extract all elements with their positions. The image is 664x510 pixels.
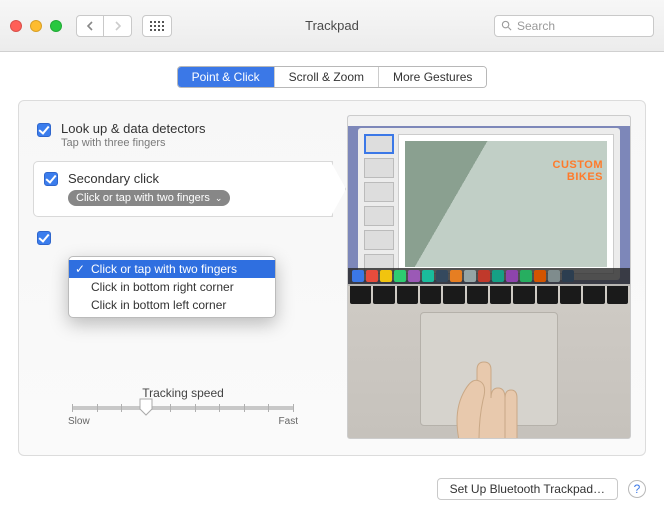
preview-pane: CUSTOMBIKES: [347, 115, 631, 439]
dropdown-item-1[interactable]: Click in bottom right corner: [69, 278, 275, 296]
tracking-speed-block: Tracking speed Slow Fast: [68, 386, 298, 427]
search-icon: [501, 20, 512, 31]
tab-scroll-zoom[interactable]: Scroll & Zoom: [274, 67, 378, 87]
options-column: Look up & data detectors Tap with three …: [33, 115, 333, 441]
dropdown-item-2[interactable]: Click in bottom left corner: [69, 296, 275, 314]
option-secondary: Secondary click Click or tap with two fi…: [33, 161, 333, 217]
titlebar: Trackpad Search: [0, 0, 664, 52]
tracking-speed-slider[interactable]: [72, 406, 294, 410]
option-lookup: Look up & data detectors Tap with three …: [33, 115, 333, 155]
checkbox-secondary[interactable]: [44, 172, 58, 186]
window-title: Trackpad: [305, 18, 359, 33]
secondary-title: Secondary click: [68, 171, 159, 186]
preview-headline1: CUSTOM: [553, 159, 603, 171]
secondary-selected: Click or tap with two fingers: [76, 192, 210, 204]
slider-thumb[interactable]: [139, 398, 153, 416]
close-icon[interactable]: [10, 20, 22, 32]
search-placeholder: Search: [517, 19, 555, 33]
secondary-popup-button[interactable]: Click or tap with two fingers ⌄: [68, 190, 230, 206]
checkbox-tap[interactable]: [37, 231, 51, 245]
grid-icon: [150, 21, 164, 31]
settings-panel: Look up & data detectors Tap with three …: [18, 100, 646, 456]
lookup-title: Look up & data detectors: [61, 121, 206, 136]
show-all-button[interactable]: [142, 15, 172, 37]
tab-bar: Point & Click Scroll & Zoom More Gesture…: [0, 66, 664, 88]
preview-headline2: BIKES: [567, 171, 603, 183]
bluetooth-setup-button[interactable]: Set Up Bluetooth Trackpad…: [437, 478, 618, 500]
zoom-icon[interactable]: [50, 20, 62, 32]
hand-icon: [429, 320, 549, 439]
search-input[interactable]: Search: [494, 15, 654, 37]
option-tap: Tap to click: [33, 223, 333, 251]
dropdown-item-0[interactable]: Click or tap with two fingers: [69, 260, 275, 278]
back-button[interactable]: [76, 15, 104, 37]
window-controls: [10, 20, 62, 32]
footer: Set Up Bluetooth Trackpad… ?: [437, 478, 646, 500]
chevron-up-down-icon: ⌄: [215, 193, 223, 204]
minimize-icon[interactable]: [30, 20, 42, 32]
slider-min: Slow: [68, 416, 90, 427]
slider-max: Fast: [279, 416, 298, 427]
tab-more-gestures[interactable]: More Gestures: [378, 67, 486, 87]
secondary-dropdown: Click or tap with two fingers Click in b…: [68, 256, 276, 318]
help-button[interactable]: ?: [628, 480, 646, 498]
nav-back-forward: [76, 15, 132, 37]
tracking-speed-label: Tracking speed: [68, 386, 298, 400]
tab-point-click[interactable]: Point & Click: [178, 67, 274, 87]
checkbox-lookup[interactable]: [37, 123, 51, 137]
forward-button[interactable]: [104, 15, 132, 37]
lookup-sub: Tap with three fingers: [61, 137, 206, 149]
